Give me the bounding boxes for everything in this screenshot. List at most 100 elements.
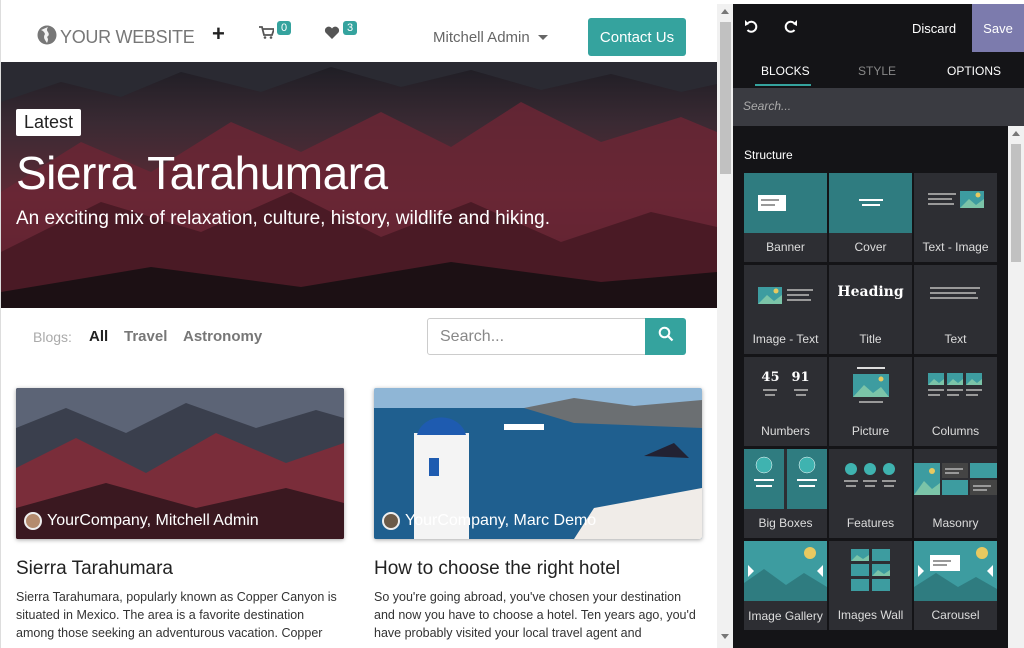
blog-tab-astronomy[interactable]: Astronomy xyxy=(183,328,262,345)
carousel-icon xyxy=(914,541,997,601)
editor-toolbar: Discard Save xyxy=(733,4,1024,52)
snippet-label: Cover xyxy=(854,240,887,254)
text-icon xyxy=(914,265,997,325)
snippet-label: Columns xyxy=(931,424,980,438)
snippet-images-wall[interactable]: Images Wall xyxy=(829,541,912,630)
snippet-banner[interactable]: Banner xyxy=(744,173,827,262)
discard-button[interactable]: Discard xyxy=(912,21,956,36)
blog-tab-all[interactable]: All xyxy=(89,328,108,345)
snippet-label: Picture xyxy=(851,424,890,438)
add-content-button[interactable]: + xyxy=(212,21,225,47)
snippet-label: Image Gallery xyxy=(748,609,823,623)
post-title[interactable]: How to choose the right hotel xyxy=(374,558,702,580)
editor-tabs: BLOCKS STYLE OPTIONS xyxy=(733,52,1024,88)
hero-badge: Latest xyxy=(16,109,82,136)
snippet-title[interactable]: Heading Title xyxy=(829,265,912,354)
blogs-filter-bar: Blogs: All Travel Astronomy Search... xyxy=(1,316,717,360)
snippet-search-input[interactable]: Search... xyxy=(733,88,1024,126)
image-text-icon xyxy=(744,265,827,325)
website-preview: YOUR WEBSITE + 0 3 Mitchell Admin Contac… xyxy=(0,0,733,648)
snippet-label: Banner xyxy=(766,240,805,254)
image-gallery-icon xyxy=(744,541,827,601)
cart-icon xyxy=(259,26,276,44)
snippet-masonry[interactable]: Masonry xyxy=(914,449,997,538)
wishlist-link[interactable]: 3 xyxy=(324,21,358,45)
hero-banner: Latest Sierra Tarahumara An exciting mix… xyxy=(1,62,717,308)
number-glyph: 45 xyxy=(761,370,780,385)
user-menu[interactable]: Mitchell Admin xyxy=(433,29,548,46)
snippet-image-text[interactable]: Image - Text xyxy=(744,265,827,354)
snippet-features[interactable]: Features xyxy=(829,449,912,538)
hero-title: Sierra Tarahumara xyxy=(16,147,388,199)
snippet-carousel[interactable]: Carousel xyxy=(914,541,997,630)
snippet-text-image[interactable]: Text - Image xyxy=(914,173,997,262)
picture-icon xyxy=(829,357,912,417)
scroll-up-icon[interactable] xyxy=(1012,131,1020,136)
undo-icon[interactable] xyxy=(743,18,761,36)
snippet-label: Carousel xyxy=(931,608,980,622)
tab-blocks[interactable]: BLOCKS xyxy=(761,64,810,78)
panel-scrollbar[interactable] xyxy=(1008,126,1024,648)
blog-search-input[interactable]: Search... xyxy=(427,318,646,355)
snippet-image-gallery[interactable]: Image Gallery xyxy=(744,541,827,630)
post-author-name: YourCompany, Mitchell Admin xyxy=(47,512,259,529)
blog-search-button[interactable] xyxy=(645,318,686,355)
caret-down-icon xyxy=(537,35,548,40)
snippet-label: Big Boxes xyxy=(758,516,813,530)
images-wall-icon xyxy=(829,541,912,601)
post-title[interactable]: Sierra Tarahumara xyxy=(16,558,344,580)
snippet-columns[interactable]: Columns xyxy=(914,357,997,446)
contact-us-button[interactable]: Contact Us xyxy=(588,18,686,56)
redo-icon[interactable] xyxy=(781,18,799,36)
wishlist-count-badge: 3 xyxy=(343,21,358,35)
columns-icon xyxy=(914,357,997,417)
snippet-label: Text - Image xyxy=(922,240,989,254)
post-cover-image[interactable]: YourCompany, Mitchell Admin xyxy=(16,388,344,539)
tab-style[interactable]: STYLE xyxy=(858,64,896,78)
post-author-name: YourCompany, Marc Demo xyxy=(405,512,597,529)
user-name: Mitchell Admin xyxy=(433,29,530,46)
blog-post-card[interactable]: YourCompany, Marc Demo How to choose the… xyxy=(374,388,702,642)
masonry-icon xyxy=(914,449,997,509)
scrollbar-thumb[interactable] xyxy=(720,22,731,174)
scroll-down-icon[interactable] xyxy=(721,634,729,639)
post-author: YourCompany, Mitchell Admin xyxy=(24,512,259,530)
avatar xyxy=(382,512,400,530)
save-button[interactable]: Save xyxy=(972,4,1024,52)
avatar xyxy=(24,512,42,530)
blog-post-card[interactable]: YourCompany, Mitchell Admin Sierra Tarah… xyxy=(16,388,344,642)
snippet-label: Text xyxy=(944,332,967,346)
snippet-numbers[interactable]: 45 91 Numbers xyxy=(744,357,827,446)
site-brand[interactable]: YOUR WEBSITE xyxy=(36,24,195,51)
blog-tab-travel[interactable]: Travel xyxy=(124,328,167,345)
editor-panel: Discard Save BLOCKS STYLE OPTIONS Search… xyxy=(733,4,1024,648)
heading-glyph: Heading xyxy=(837,284,904,300)
cover-icon xyxy=(829,173,912,233)
numbers-icon: 45 91 xyxy=(744,357,827,417)
snippet-cover[interactable]: Cover xyxy=(829,173,912,262)
scrollbar-thumb[interactable] xyxy=(1011,144,1021,262)
heart-icon xyxy=(324,26,340,45)
cart-count-badge: 0 xyxy=(277,21,292,35)
snippet-label: Features xyxy=(846,516,895,530)
section-title: Structure xyxy=(744,148,793,162)
active-tab-indicator xyxy=(755,84,811,86)
cart-link[interactable]: 0 xyxy=(259,21,292,44)
site-navbar: YOUR WEBSITE + 0 3 Mitchell Admin Contac… xyxy=(1,4,717,62)
globe-icon xyxy=(36,24,60,51)
snippet-big-boxes[interactable]: Big Boxes xyxy=(744,449,827,538)
snippet-label: Numbers xyxy=(761,424,810,438)
post-cover-image[interactable]: YourCompany, Marc Demo xyxy=(374,388,702,539)
snippet-picture[interactable]: Picture xyxy=(829,357,912,446)
site-scrollbar[interactable] xyxy=(717,4,733,648)
snippet-label: Masonry xyxy=(932,516,979,530)
post-author: YourCompany, Marc Demo xyxy=(382,512,596,530)
banner-icon xyxy=(744,173,827,233)
tab-options[interactable]: OPTIONS xyxy=(947,64,1001,78)
scroll-up-icon[interactable] xyxy=(721,9,729,14)
snippet-label: Image - Text xyxy=(752,332,819,346)
snippet-label: Title xyxy=(859,332,882,346)
hero-subtitle: An exciting mix of relaxation, culture, … xyxy=(16,208,551,229)
post-excerpt: So you're going abroad, you've chosen yo… xyxy=(374,590,696,640)
snippet-text[interactable]: Text xyxy=(914,265,997,354)
